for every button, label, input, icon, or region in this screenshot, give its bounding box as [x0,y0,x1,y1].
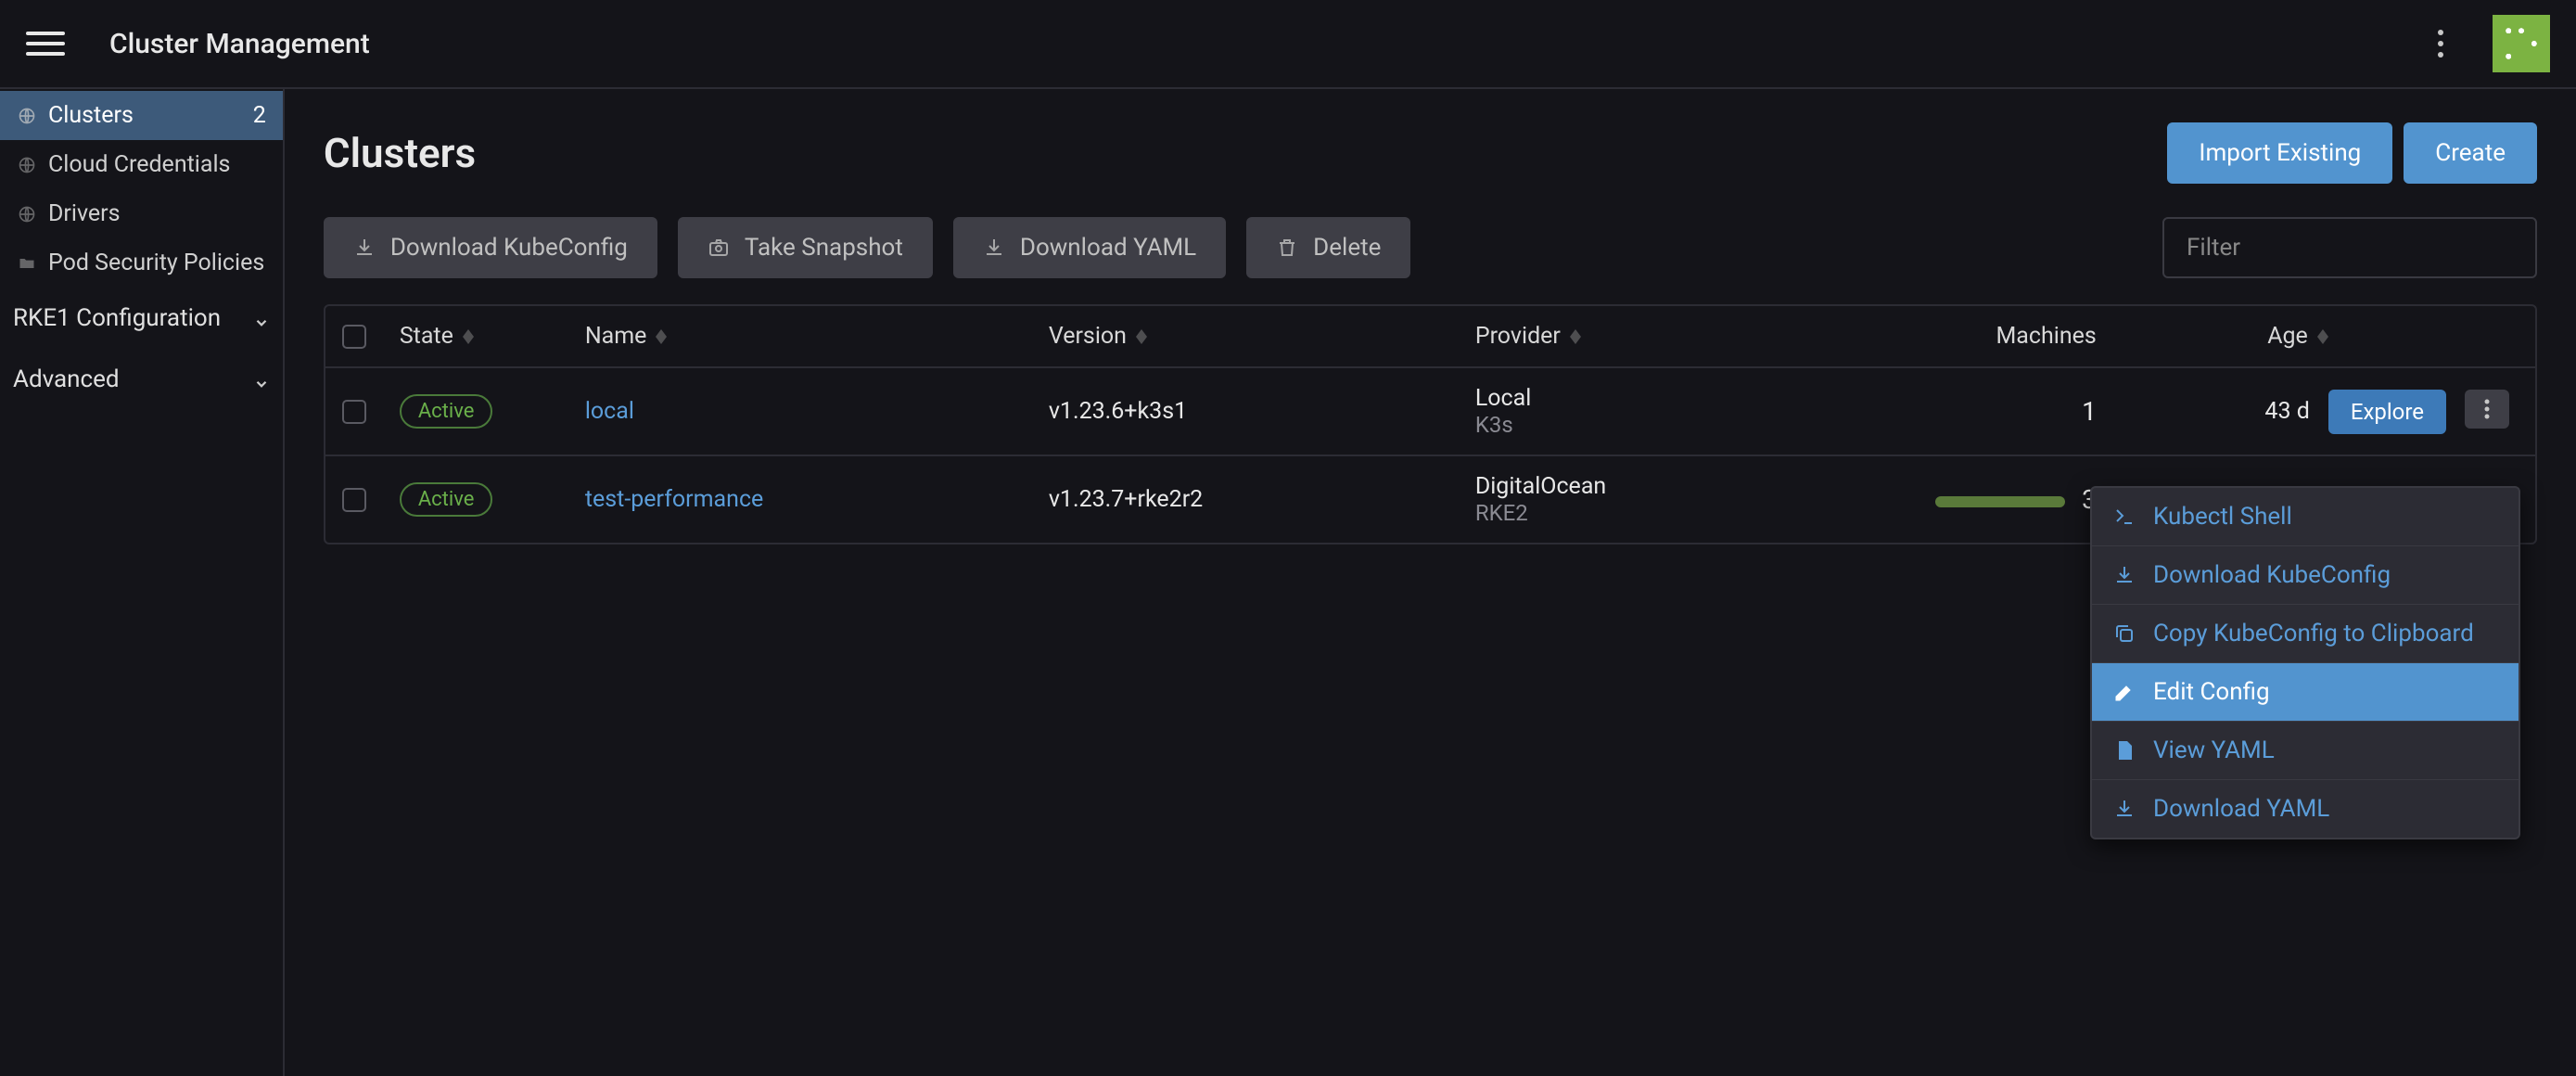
row-menu-button[interactable] [2465,390,2509,429]
sidebar-section-rke1[interactable]: RKE1 Configuration [0,288,283,349]
col-version[interactable]: Version [1049,323,1475,350]
ctx-download-yaml[interactable]: Download YAML [2092,780,2519,838]
cluster-name-link[interactable]: local [585,398,634,425]
sidebar-item-drivers[interactable]: Drivers [0,189,283,238]
table-header: State Name Version Provider Machines Age [325,306,2535,368]
globe-icon [17,106,37,126]
delete-button[interactable]: Delete [1246,217,1410,278]
provider-name: DigitalOcean [1475,473,1865,500]
download-yaml-button[interactable]: Download YAML [953,217,1226,278]
download-kubeconfig-button[interactable]: Download KubeConfig [324,217,657,278]
create-button[interactable]: Create [2404,122,2537,184]
sidebar-item-count: 2 [253,102,266,129]
cluster-version: v1.23.7+rke2r2 [1049,486,1475,513]
ctx-label: Download KubeConfig [2153,561,2391,589]
sort-icon [656,329,667,344]
provider-type: RKE2 [1475,500,1865,526]
page-title: Clusters [324,129,2157,177]
download-icon [353,237,376,259]
sidebar-item-label: Pod Security Policies [48,250,266,276]
provider-type: K3s [1475,412,1865,438]
context-menu: Kubectl Shell Download KubeConfig Copy K… [2090,486,2520,839]
col-provider[interactable]: Provider [1475,323,1865,350]
top-bar: Cluster Management [0,0,2576,89]
progress-bar [1935,496,2065,507]
ctx-edit-config[interactable]: Edit Config [2092,663,2519,722]
machines-count: 1 [1865,396,2143,427]
hamburger-menu-icon[interactable] [26,24,65,63]
button-label: Download KubeConfig [390,234,628,262]
ctx-label: Kubectl Shell [2153,503,2292,531]
ctx-label: Copy KubeConfig to Clipboard [2153,620,2474,647]
ctx-label: Edit Config [2153,678,2270,706]
col-age[interactable]: Age [2143,323,2328,350]
sort-icon [1136,329,1147,344]
sort-icon [1570,329,1581,344]
globe-icon [17,204,37,224]
ctx-label: View YAML [2153,737,2275,764]
sidebar-item-cloud-credentials[interactable]: Cloud Credentials [0,140,283,189]
state-badge: Active [400,394,493,429]
sidebar-item-label: Drivers [48,200,266,227]
ctx-kubectl-shell[interactable]: Kubectl Shell [2092,488,2519,546]
camera-icon [708,237,730,259]
sort-icon [2317,329,2328,344]
sidebar-section-label: RKE1 Configuration [13,304,242,332]
main-content: Clusters Import Existing Create Download… [285,89,2576,1076]
sort-icon [463,329,474,344]
folder-icon [17,253,37,274]
sidebar-section-advanced[interactable]: Advanced [0,349,283,410]
row-checkbox[interactable] [342,400,366,424]
ctx-copy-kubeconfig[interactable]: Copy KubeConfig to Clipboard [2092,605,2519,663]
chevron-down-icon [253,310,270,327]
row-checkbox[interactable] [342,488,366,512]
sidebar-section-label: Advanced [13,365,242,393]
import-existing-button[interactable]: Import Existing [2167,122,2392,184]
cluster-version: v1.23.6+k3s1 [1049,398,1475,425]
sidebar-item-label: Cloud Credentials [48,151,266,178]
download-icon [2112,563,2136,587]
download-icon [983,237,1005,259]
cluster-name-link[interactable]: test-performance [585,486,763,513]
col-state[interactable]: State [400,323,585,350]
explore-button[interactable]: Explore [2328,390,2446,434]
select-all-checkbox[interactable] [342,325,366,349]
app-title: Cluster Management [109,28,2428,60]
table-row: Active local v1.23.6+k3s1 Local K3s 1 43… [325,368,2535,456]
trash-icon [1276,237,1298,259]
edit-icon [2112,680,2136,704]
take-snapshot-button[interactable]: Take Snapshot [678,217,933,278]
file-icon [2112,738,2136,762]
button-label: Download YAML [1020,234,1196,262]
terminal-icon [2112,505,2136,529]
provider-name: Local [1475,385,1865,412]
sidebar: Clusters 2 Cloud Credentials Drivers Pod… [0,89,285,1076]
sidebar-item-clusters[interactable]: Clusters 2 [0,91,283,140]
state-badge: Active [400,482,493,517]
download-icon [2112,797,2136,821]
button-label: Delete [1313,234,1381,262]
avatar[interactable] [2493,15,2550,72]
sidebar-item-pod-security-policies[interactable]: Pod Security Policies [0,238,283,288]
col-name[interactable]: Name [585,323,1049,350]
globe-icon [17,155,37,175]
ctx-download-kubeconfig[interactable]: Download KubeConfig [2092,546,2519,605]
chevron-down-icon [253,371,270,388]
ctx-view-yaml[interactable]: View YAML [2092,722,2519,780]
sidebar-item-label: Clusters [48,102,242,129]
cluster-age: 43 d [2143,398,2328,425]
header-kebab-icon[interactable] [2428,30,2454,58]
col-machines[interactable]: Machines [1865,323,2143,350]
button-label: Take Snapshot [745,234,903,262]
ctx-label: Download YAML [2153,795,2329,823]
filter-input[interactable] [2162,217,2537,278]
copy-icon [2112,621,2136,646]
